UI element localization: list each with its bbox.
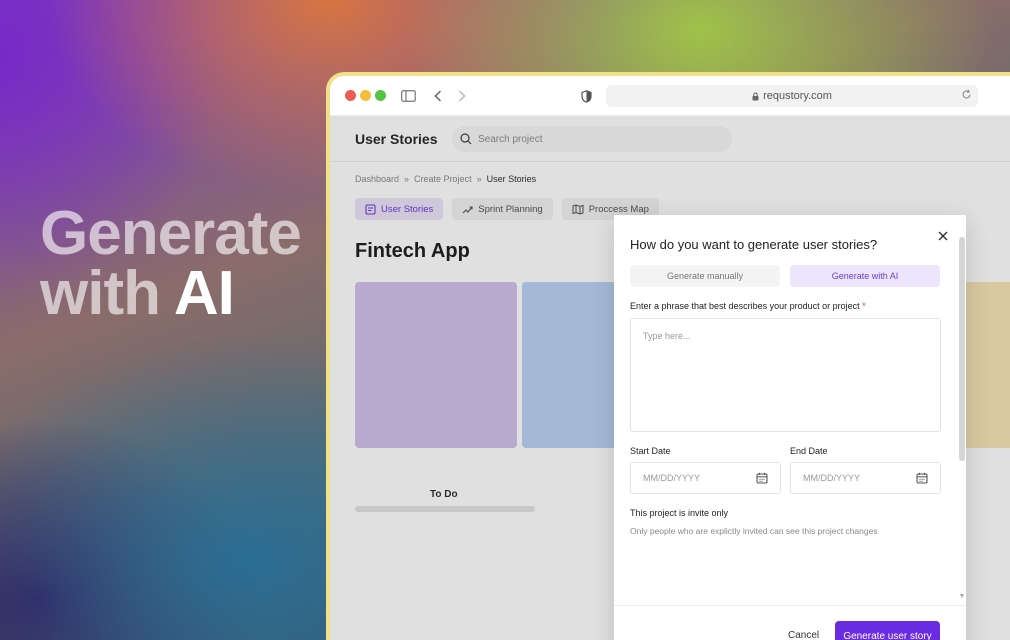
close-dialog-button[interactable] bbox=[936, 229, 950, 243]
calendar-icon[interactable] bbox=[916, 472, 928, 484]
browser-window: requstory.com User Stories Search projec… bbox=[326, 72, 1010, 640]
start-date-placeholder: MM/DD/YYYY bbox=[643, 473, 701, 483]
invite-only-title: This project is invite only bbox=[630, 508, 729, 518]
browser-window-inner: requstory.com User Stories Search projec… bbox=[330, 76, 1010, 640]
dialog-footer: Cancel Generate user story bbox=[614, 605, 966, 640]
hero-line-2: with AI bbox=[40, 263, 301, 325]
hero-line-1: Generate bbox=[40, 199, 302, 268]
close-window-dot[interactable] bbox=[345, 90, 356, 101]
lock-icon bbox=[752, 91, 759, 101]
end-date-placeholder: MM/DD/YYYY bbox=[803, 473, 861, 483]
close-icon bbox=[938, 231, 948, 241]
generate-manually-option[interactable]: Generate manually bbox=[630, 265, 780, 287]
minimize-window-dot[interactable] bbox=[360, 90, 371, 101]
reload-icon[interactable] bbox=[961, 89, 972, 100]
hero-heading: Generate with AI bbox=[40, 199, 302, 325]
generation-mode-toggle: Generate manually Generate with AI bbox=[630, 265, 940, 287]
generate-stories-dialog: How do you want to generate user stories… bbox=[614, 215, 966, 640]
forward-chevron-icon[interactable] bbox=[452, 86, 472, 106]
end-date-label: End Date bbox=[790, 446, 828, 456]
start-date-field[interactable]: MM/DD/YYYY bbox=[630, 462, 781, 494]
calendar-icon[interactable] bbox=[756, 472, 768, 484]
scroll-down-arrow-icon[interactable]: ▼ bbox=[958, 593, 966, 600]
sidebar-icon[interactable] bbox=[398, 86, 418, 106]
generate-with-ai-option[interactable]: Generate with AI bbox=[790, 265, 940, 287]
start-date-label: Start Date bbox=[630, 446, 671, 456]
end-date-field[interactable]: MM/DD/YYYY bbox=[790, 462, 941, 494]
generate-user-story-button[interactable]: Generate user story bbox=[835, 621, 940, 640]
phrase-label: Enter a phrase that best describes your … bbox=[630, 301, 866, 311]
dialog-scrollbar[interactable] bbox=[958, 233, 966, 603]
invite-only-description: Only people who are explictly invited ca… bbox=[630, 526, 878, 536]
hero-line-2-strong: AI bbox=[173, 259, 235, 328]
url-bar[interactable]: requstory.com bbox=[606, 85, 978, 107]
dialog-title: How do you want to generate user stories… bbox=[630, 237, 878, 252]
phrase-label-text: Enter a phrase that best describes your … bbox=[630, 301, 860, 311]
cancel-button[interactable]: Cancel bbox=[788, 630, 819, 640]
phrase-textarea[interactable] bbox=[630, 318, 941, 432]
browser-titlebar: requstory.com bbox=[330, 76, 1010, 116]
back-chevron-icon[interactable] bbox=[428, 86, 448, 106]
url-text: requstory.com bbox=[763, 90, 832, 102]
shield-icon[interactable] bbox=[576, 86, 596, 106]
scrollbar-thumb[interactable] bbox=[959, 237, 965, 461]
maximize-window-dot[interactable] bbox=[375, 90, 386, 101]
hero-line-2-prefix: with bbox=[40, 259, 174, 328]
required-mark: * bbox=[862, 301, 866, 311]
